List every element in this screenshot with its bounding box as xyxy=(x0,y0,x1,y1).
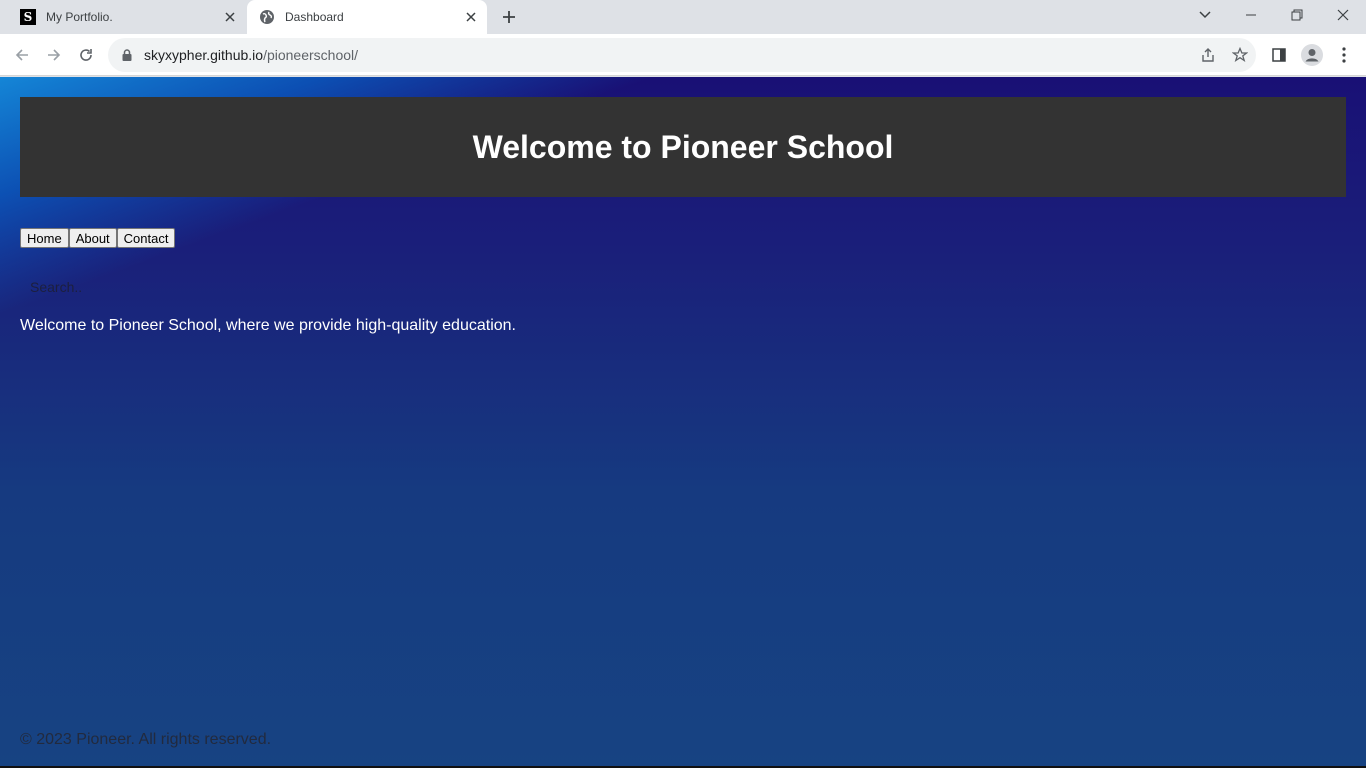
minimize-button[interactable] xyxy=(1228,0,1274,30)
close-tab-icon[interactable] xyxy=(220,7,240,27)
globe-icon xyxy=(259,9,275,25)
kebab-menu-icon xyxy=(1342,47,1346,63)
minimize-icon xyxy=(1246,14,1256,16)
browser-toolbar: skyxypher.github.io/pioneerschool/ xyxy=(0,34,1366,76)
back-button[interactable] xyxy=(8,41,36,69)
intro-text: Welcome to Pioneer School, where we prov… xyxy=(20,317,516,334)
url-path: /pioneerschool/ xyxy=(263,47,359,63)
nav-home-button[interactable]: Home xyxy=(20,228,69,248)
chevron-down-icon xyxy=(1199,11,1211,19)
restore-icon xyxy=(1291,9,1303,21)
profile-avatar-icon xyxy=(1301,44,1323,66)
bookmark-button[interactable] xyxy=(1226,38,1254,72)
restore-button[interactable] xyxy=(1274,0,1320,30)
search-input[interactable] xyxy=(20,275,220,299)
nav-contact-button[interactable]: Contact xyxy=(116,228,176,248)
tab-dashboard[interactable]: Dashboard xyxy=(247,0,487,34)
new-tab-button[interactable] xyxy=(497,5,521,29)
reload-icon xyxy=(80,49,92,61)
profile-button[interactable] xyxy=(1298,41,1326,69)
forward-button[interactable] xyxy=(40,41,68,69)
star-icon xyxy=(1232,47,1248,63)
reload-button[interactable] xyxy=(72,41,100,69)
tab-search-button[interactable] xyxy=(1182,0,1228,30)
portfolio-favicon-icon: S xyxy=(20,9,36,25)
arrow-right-icon xyxy=(48,49,61,61)
url-host: skyxypher.github.io xyxy=(144,47,264,63)
close-tab-icon[interactable] xyxy=(461,7,481,27)
site-header: Welcome to Pioneer School xyxy=(20,97,1346,197)
tab-my-portfolio[interactable]: S My Portfolio. xyxy=(8,0,246,34)
tab-strip: S My Portfolio. Dashboard xyxy=(0,0,1366,34)
page-viewport: Welcome to Pioneer School Home About Con… xyxy=(0,77,1366,768)
close-window-button[interactable] xyxy=(1320,0,1366,30)
arrow-left-icon xyxy=(15,49,28,61)
plus-icon xyxy=(503,11,515,23)
page-title: Welcome to Pioneer School xyxy=(472,128,894,165)
side-panel-icon xyxy=(1272,48,1286,62)
site-nav: Home About Contact xyxy=(20,228,176,248)
share-icon xyxy=(1202,48,1214,62)
lock-icon xyxy=(122,49,132,61)
menu-button[interactable] xyxy=(1330,41,1358,69)
close-icon xyxy=(1337,9,1349,21)
url-text: skyxypher.github.io/pioneerschool/ xyxy=(144,47,358,63)
tab-title: Dashboard xyxy=(285,10,344,24)
footer-copyright: © 2023 Pioneer. All rights reserved. xyxy=(20,731,272,748)
side-panel-button[interactable] xyxy=(1265,41,1293,69)
tab-title: My Portfolio. xyxy=(46,10,113,24)
nav-about-button[interactable]: About xyxy=(68,228,117,248)
address-bar[interactable]: skyxypher.github.io/pioneerschool/ xyxy=(108,38,1256,72)
share-button[interactable] xyxy=(1194,38,1222,72)
